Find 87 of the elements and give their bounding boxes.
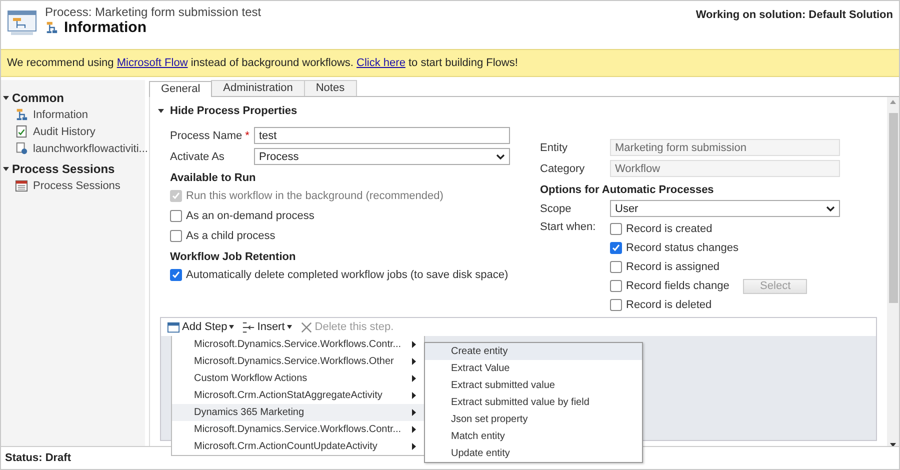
menu-item[interactable]: Microsoft.Crm.ActionCountUpdateActivity [172,438,424,455]
chevron-down-icon [826,206,835,212]
tab[interactable]: Notes [304,80,357,96]
activate-as-dropdown[interactable]: Process [254,148,510,165]
field-label: Scope [540,202,572,214]
nav-item[interactable]: Audit History [33,126,96,138]
submenu-arrow-icon [412,409,416,416]
checkbox[interactable] [610,261,622,273]
collapse-triangle-icon[interactable] [158,109,164,113]
menu-item[interactable]: Extract Value [425,360,642,377]
menu-item[interactable]: Match entity [425,428,642,445]
submenu-arrow-icon [412,392,416,399]
menu-item[interactable]: Dynamics 365 Marketing [172,404,424,421]
nav-item[interactable]: launchworkflowactiviti... [33,142,148,154]
checkbox-label: Automatically delete completed workflow jobs (to save disk space) [186,269,508,281]
expand-triangle-icon[interactable] [3,167,9,171]
process-name-field[interactable]: test [254,127,510,144]
toolbar-button[interactable]: Insert [240,320,294,334]
section-heading: Available to Run [170,172,257,184]
menu-item[interactable]: Microsoft.Dynamics.Service.Workflows.Contr... [172,421,424,438]
nav-item[interactable]: Process Sessions [33,180,120,192]
close-icon [300,320,313,334]
tab[interactable]: General [149,81,212,97]
menu-item[interactable]: Extract submitted value by field [425,394,642,411]
calendar-icon [15,179,28,192]
checkbox-label: Record fields change [626,280,730,292]
field-label: Process Name [170,130,242,142]
submenu-arrow-icon [412,375,416,382]
menu-item[interactable]: Microsoft.Crm.ActionStatAggregateActivity [172,387,424,404]
entity-field: Marketing form submission [610,139,840,156]
field-label: Category [540,162,586,174]
submenu-arrow-icon [412,341,416,348]
nav-section-title: Common [12,91,64,105]
caret-icon [229,325,234,329]
tab[interactable]: Administration [211,80,305,96]
field-label: Start when: [540,221,597,233]
checkbox[interactable] [170,230,182,242]
checkbox[interactable] [610,242,622,254]
flowchart-icon [15,108,28,121]
section-heading: Options for Automatic Processes [540,184,715,196]
submenu-arrow-icon [412,358,416,365]
checkbox-label: Record is deleted [626,299,712,311]
banner-link[interactable]: Click here [356,57,406,69]
checkbox-label: Record status changes [626,242,739,254]
menu-item[interactable]: Json set property [425,411,642,428]
insert-icon [242,320,256,334]
page-title: Information [64,19,146,36]
checkbox-label: As an on-demand process [186,210,314,222]
checkbox[interactable] [170,210,182,222]
checkbox-label: Run this workflow in the background (recommended) [186,190,444,202]
menu-item[interactable]: Custom Workflow Actions [172,370,424,387]
menu-item[interactable]: Microsoft.Dynamics.Service.Workflows.Other [172,353,424,370]
checkbox-label: As a child process [186,230,276,242]
window-add-icon [167,320,180,334]
caret-icon [286,325,292,329]
nav-item[interactable]: Information [33,108,88,120]
field-label: Entity [540,142,569,154]
status-text: Status: Draft [5,452,72,464]
menu-item[interactable]: Extract submitted value [425,377,642,394]
checkbox[interactable] [170,269,182,281]
checkbox[interactable] [610,223,622,235]
section-heading: Workflow Job Retention [170,251,297,263]
recommendation-message: We recommend using Microsoft Flow instead of background workflows. Click here to start building Flows! [7,57,518,69]
flowchart-icon [45,21,58,34]
menu-item[interactable]: Update entity [425,445,642,462]
toolbar-button[interactable]: Add Step [165,320,236,334]
category-field: Workflow [610,160,840,177]
field-label: Activate As [170,150,224,162]
document-icon [15,125,28,138]
nav-section-title: Process Sessions [12,162,115,176]
solution-label: Working on solution: Default Solution [696,8,893,21]
checkbox[interactable] [610,299,622,311]
banner-link[interactable]: Microsoft Flow [116,57,188,69]
process-title: Process: Marketing form submission test [45,5,262,19]
checkbox-label: Record is created [626,223,712,235]
submenu-arrow-icon [412,443,416,450]
chevron-down-icon [496,154,505,160]
submenu-arrow-icon [412,426,416,433]
menu-item[interactable]: Microsoft.Dynamics.Service.Workflows.Contr... [172,336,424,353]
window-flowchart-icon [7,9,37,37]
checkbox[interactable] [610,280,622,292]
required-mark: * [245,130,250,142]
menu-item[interactable]: Create entity [425,343,642,360]
section-toggle[interactable]: Hide Process Properties [170,105,298,117]
scope-dropdown[interactable]: User [610,200,840,217]
expand-triangle-icon[interactable] [3,96,9,100]
checkbox-label: Record is assigned [626,261,720,273]
